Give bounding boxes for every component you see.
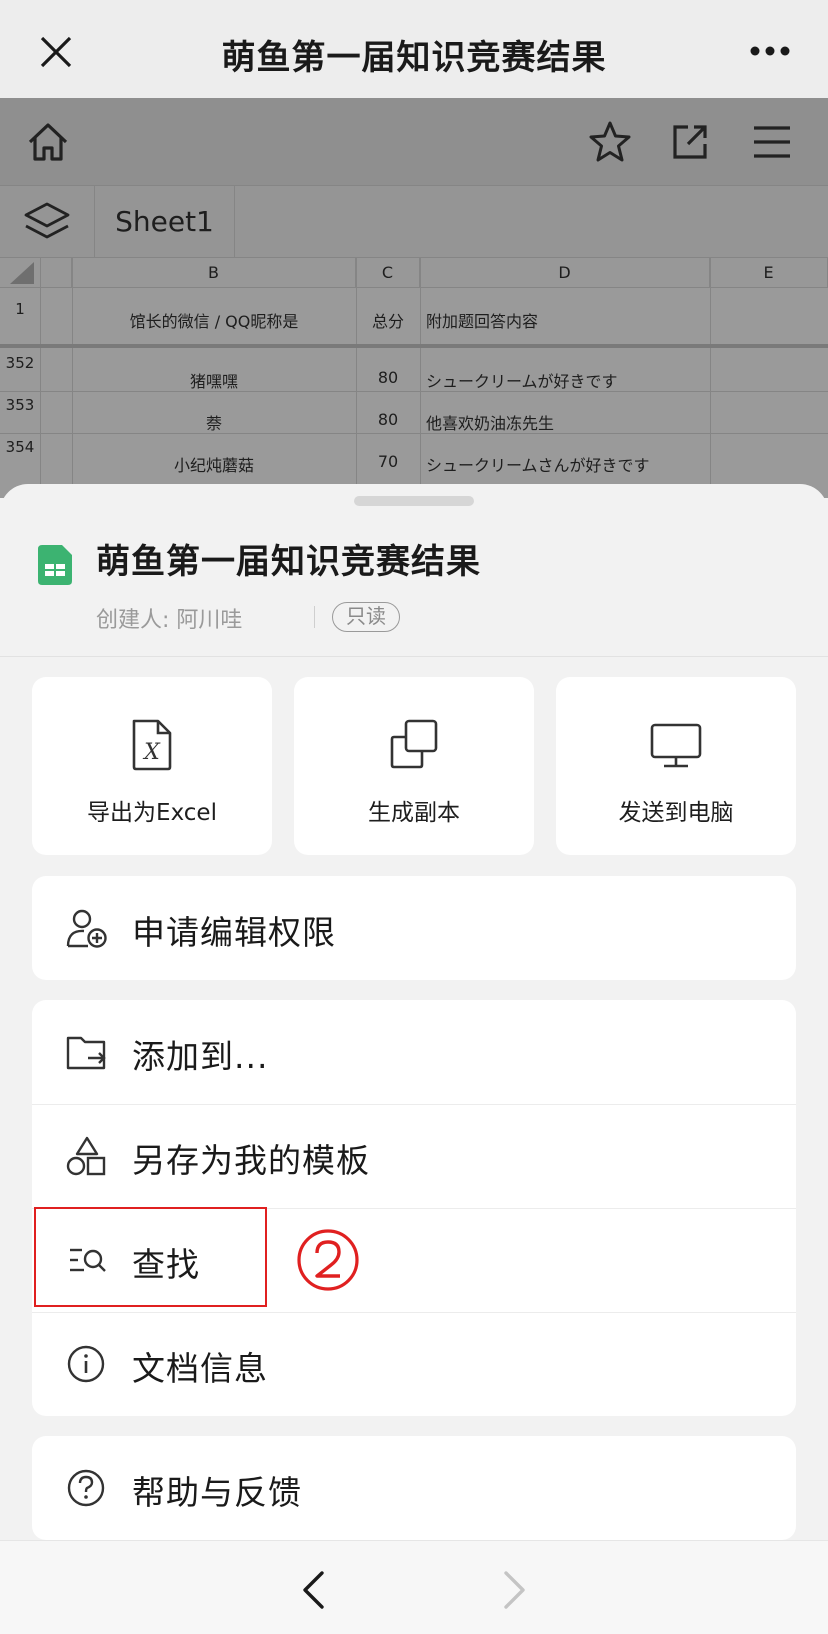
- table-row[interactable]: 352 猪嘿嘿 80 シュークリームが好きです: [0, 348, 828, 392]
- monitor-icon: [650, 723, 702, 768]
- table-cell: 80: [377, 368, 399, 387]
- table-cell: シュークリームさんが好きです: [426, 456, 650, 475]
- drag-handle[interactable]: [354, 496, 474, 506]
- action-sheet: 萌鱼第一届知识竞赛结果 创建人: 阿川哇 只读 X 导出为Excel 生成副本 …: [0, 484, 828, 1540]
- svg-text:X: X: [142, 740, 161, 765]
- add-to-item[interactable]: 添加到...: [32, 1000, 796, 1104]
- creator-label: 创建人: 阿川哇: [96, 608, 243, 633]
- table-cell: 萘: [205, 414, 222, 433]
- save-as-template-item[interactable]: 另存为我的模板: [32, 1104, 796, 1208]
- card-label: 生成副本: [368, 800, 460, 826]
- spreadsheet-doc-icon: [38, 545, 72, 585]
- forward-arrow-icon[interactable]: [502, 1569, 528, 1611]
- request-edit-group: 申请编辑权限: [32, 876, 796, 980]
- table-cell: 70: [377, 452, 399, 471]
- card-label: 发送到电脑: [618, 800, 734, 826]
- row-number: 354: [5, 438, 35, 456]
- column-header[interactable]: B: [72, 258, 356, 288]
- help-group: 帮助与反馈: [32, 1436, 796, 1540]
- table-cell: 小纪炖蘑菇: [173, 456, 254, 475]
- send-to-pc-button[interactable]: 发送到电脑: [556, 677, 796, 855]
- sheet-tab-bar: Sheet1: [0, 186, 828, 258]
- read-only-badge: 只读: [332, 602, 400, 632]
- item-label: 申请编辑权限: [132, 913, 336, 952]
- table-cell: 猪嘿嘿: [189, 372, 238, 391]
- user-add-icon: [66, 909, 107, 948]
- table-cell: 总分: [371, 312, 404, 331]
- help-icon: [67, 1469, 105, 1507]
- item-label: 添加到...: [132, 1037, 269, 1076]
- column-header[interactable]: C: [356, 258, 420, 288]
- row-number: 1: [15, 300, 25, 318]
- excel-file-icon: X: [132, 719, 172, 771]
- template-shapes-icon: [66, 1136, 106, 1176]
- star-icon[interactable]: [586, 118, 634, 166]
- column-header[interactable]: D: [420, 258, 710, 288]
- corner-cell[interactable]: [0, 258, 72, 288]
- select-all-icon: [10, 262, 34, 284]
- back-arrow-icon[interactable]: [300, 1569, 326, 1611]
- divider: [0, 656, 828, 657]
- item-label: 帮助与反馈: [132, 1473, 302, 1512]
- row-number: 353: [5, 396, 35, 414]
- layers-icon[interactable]: [22, 200, 72, 244]
- table-cell: 80: [377, 410, 399, 429]
- table-row[interactable]: 1 馆长的微信 / QQ昵称是 总分 附加题回答内容: [0, 288, 828, 348]
- table-cell: 馆长的微信 / QQ昵称是: [129, 312, 299, 331]
- copy-icon: [390, 719, 438, 769]
- more-icon[interactable]: [748, 44, 792, 58]
- share-icon[interactable]: [666, 118, 714, 166]
- page-title: 萌鱼第一届知识竞赛结果: [221, 38, 607, 78]
- home-icon[interactable]: [24, 118, 72, 166]
- table-cell: 他喜欢奶油冻先生: [426, 414, 555, 433]
- sheet-grid: B C D E 1 馆长的微信 / QQ昵称是 总分 附加题回答内容 352 猪…: [0, 258, 828, 498]
- info-icon: [67, 1345, 105, 1383]
- make-copy-button[interactable]: 生成副本: [294, 677, 534, 855]
- table-row[interactable]: 353 萘 80 他喜欢奶油冻先生: [0, 392, 828, 434]
- spreadsheet-view: Sheet1 B C D E 1 馆长的微信 / QQ昵称是 总分 附加题回答内…: [0, 98, 828, 498]
- item-label: 另存为我的模板: [132, 1141, 370, 1180]
- menu-icon[interactable]: [748, 118, 796, 166]
- folder-add-icon: [66, 1036, 106, 1070]
- item-label: 文档信息: [132, 1349, 268, 1388]
- bottom-nav-bar: [0, 1540, 828, 1634]
- table-cell: シュークリームが好きです: [426, 372, 618, 391]
- top-nav-bar: 萌鱼第一届知识竞赛结果: [0, 0, 828, 98]
- column-header[interactable]: E: [710, 258, 828, 288]
- export-excel-button[interactable]: X 导出为Excel: [32, 677, 272, 855]
- document-title: 萌鱼第一届知识竞赛结果: [96, 542, 481, 582]
- card-label: 导出为Excel: [87, 800, 217, 826]
- sheet-toolbar: [0, 98, 828, 186]
- request-edit-permission-item[interactable]: 申请编辑权限: [32, 876, 796, 980]
- divider: [314, 606, 315, 628]
- row-number: 352: [5, 354, 35, 372]
- tab-sheet1[interactable]: Sheet1: [95, 186, 235, 258]
- document-info-item[interactable]: 文档信息: [32, 1312, 796, 1416]
- table-cell: 附加题回答内容: [426, 312, 539, 331]
- annotation-highlight-box: [34, 1207, 267, 1307]
- help-feedback-item[interactable]: 帮助与反馈: [32, 1436, 796, 1540]
- annotation-step-marker: [297, 1229, 359, 1291]
